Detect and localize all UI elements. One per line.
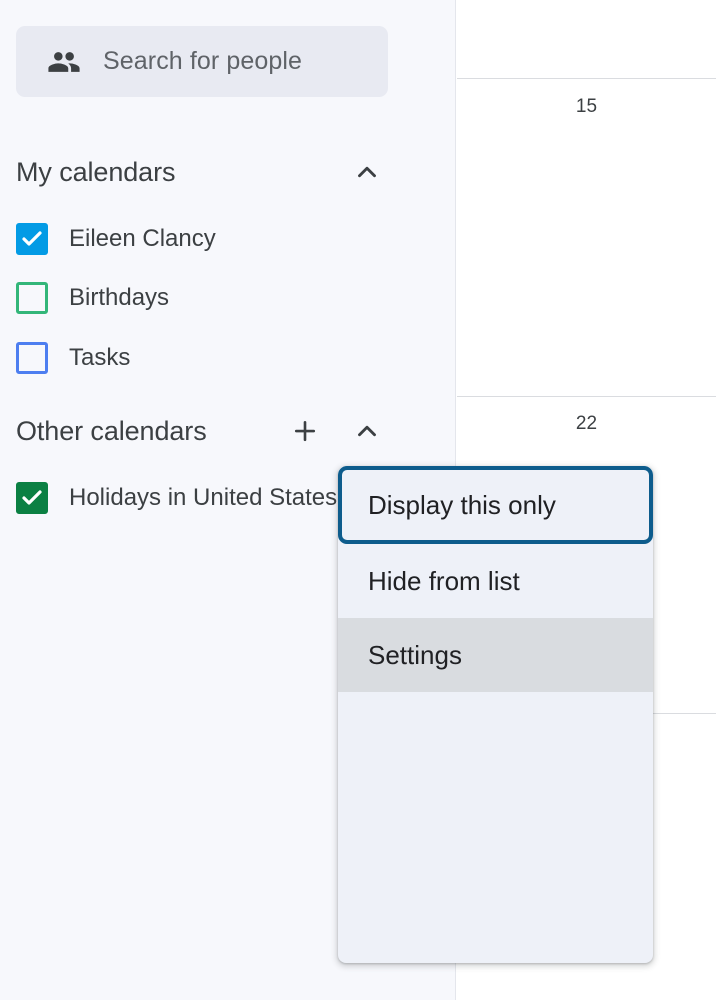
calendar-name-label: Birthdays (69, 284, 170, 311)
calendar-checkbox-checked[interactable] (16, 482, 48, 514)
menu-item-label: Settings (368, 639, 462, 670)
calendar-list-item-tasks[interactable]: Tasks (16, 336, 446, 380)
calendar-page: 15 22 Search for people My calendars Eil… (0, 0, 716, 1000)
my-calendars-actions (346, 151, 388, 193)
calendar-list-item-birthdays[interactable]: Birthdays (16, 276, 446, 320)
other-calendars-title: Other calendars (16, 415, 207, 446)
people-icon (47, 45, 81, 79)
calendar-checkbox-checked[interactable] (16, 223, 48, 255)
calendar-day-number[interactable]: 22 (457, 413, 716, 435)
calendar-list-item-eileen-clancy[interactable]: Eileen Clancy (16, 217, 446, 261)
menu-item-display-this-only[interactable]: Display this only (338, 466, 653, 544)
my-calendars-collapse-button[interactable] (346, 151, 388, 193)
other-calendars-actions (284, 410, 388, 452)
menu-item-hide-from-list[interactable]: Hide from list (338, 544, 653, 618)
search-people-box[interactable]: Search for people (16, 26, 388, 97)
calendar-checkbox-unchecked[interactable] (16, 342, 48, 374)
calendar-context-menu: Display this only Hide from list Setting… (338, 466, 653, 963)
calendar-checkbox-unchecked[interactable] (16, 282, 48, 314)
add-other-calendar-button[interactable] (284, 410, 326, 452)
menu-item-label: Hide from list (368, 565, 520, 596)
my-calendars-title: My calendars (16, 156, 176, 187)
my-calendars-header: My calendars (16, 150, 388, 194)
other-calendars-collapse-button[interactable] (346, 410, 388, 452)
other-calendars-header: Other calendars (16, 409, 388, 453)
menu-item-settings[interactable]: Settings (338, 618, 653, 692)
search-input-placeholder: Search for people (103, 47, 303, 75)
calendar-row-line (457, 78, 716, 396)
calendar-name-label: Tasks (69, 344, 131, 371)
menu-item-label: Display this only (368, 489, 556, 520)
calendar-name-label: Holidays in United States (69, 484, 338, 511)
calendar-day-number[interactable]: 15 (457, 96, 716, 118)
calendar-name-label: Eileen Clancy (69, 225, 216, 252)
